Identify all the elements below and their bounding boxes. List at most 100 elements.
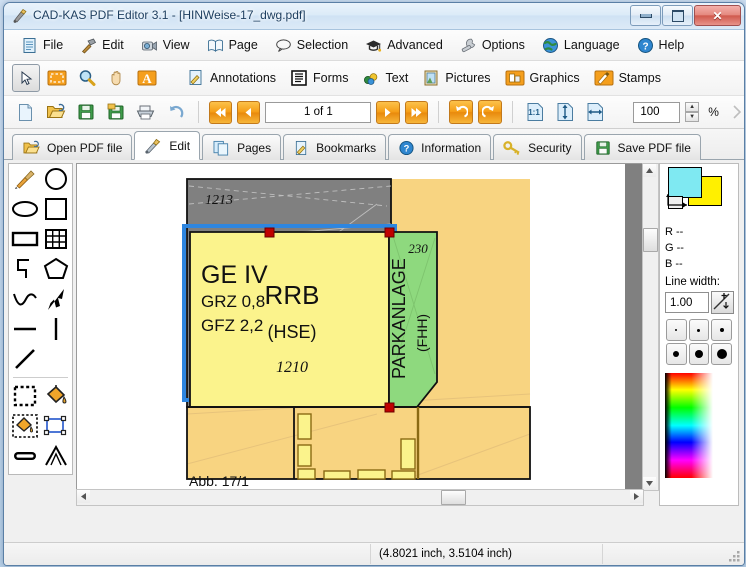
save-as-button[interactable] [103,99,128,125]
canvas-horizontal-scrollbar[interactable] [76,489,644,506]
stamps-button[interactable]: Stamps [589,67,666,89]
line-width-preset-3[interactable] [711,319,732,341]
scroll-left-button[interactable] [77,490,90,503]
zoom-unit-label: % [708,105,719,119]
vertical-scroll-thumb[interactable] [643,228,658,252]
zoom-input[interactable]: 100 [633,102,680,123]
print-button[interactable] [133,99,158,125]
minimize-button[interactable] [630,5,661,26]
polygon-tool[interactable] [41,254,73,284]
vertical-line-tool[interactable] [41,314,73,344]
menu-selection[interactable]: Selection [268,34,355,57]
circle-tool[interactable] [41,164,73,194]
last-page-button[interactable] [405,101,428,124]
mode-toolbar: A Annotations [4,61,744,96]
pictures-button[interactable]: Pictures [417,67,495,89]
line-width-input[interactable]: 1.00 [665,292,709,313]
tab-pages[interactable]: Pages [202,134,281,160]
next-page-button[interactable] [376,101,399,124]
line-width-preset-1[interactable] [666,319,687,341]
menu-view[interactable]: View [134,34,197,57]
save-button[interactable] [73,99,98,125]
tab-bookmarks[interactable]: Bookmarks [283,134,386,160]
fill-selection-tool[interactable] [9,411,41,441]
polyline-tool[interactable] [9,254,41,284]
maximize-button[interactable] [662,5,693,26]
tab-open-pdf-file[interactable]: Open PDF file [12,134,132,160]
svg-text:(HSE): (HSE) [268,322,317,342]
resize-grip[interactable] [727,549,741,563]
scroll-right-button[interactable] [630,490,643,503]
text-tool-button[interactable]: A [134,65,160,91]
zoom-stepper[interactable]: ▲ ▼ [685,102,699,122]
document-canvas[interactable]: 1213 GE IV GRZ 0,8 GFZ 2,2 RRB (HSE) 121… [76,163,644,506]
scroll-down-button[interactable] [643,477,656,490]
table-tool[interactable] [41,224,73,254]
diagonal-line-tool[interactable] [9,344,41,374]
menu-options-label: Options [482,38,525,52]
menu-options[interactable]: Options [453,34,532,57]
color-spectrum-picker[interactable] [665,373,713,478]
zoom-tool-button[interactable] [74,65,100,91]
curve-tool[interactable] [9,284,41,314]
horizontal-line-tool[interactable] [9,314,41,344]
page-indicator[interactable]: 1 of 1 [265,102,371,123]
transform-tool[interactable] [41,411,73,441]
fit-height-button[interactable] [553,99,578,125]
ellipse-tool[interactable] [9,194,41,224]
tab-security[interactable]: Security [493,134,581,160]
new-file-button[interactable] [13,99,38,125]
menu-page[interactable]: Page [200,34,265,57]
menu-advanced[interactable]: Advanced [358,34,450,57]
text-button[interactable]: Text [357,67,413,89]
previous-page-button[interactable] [237,101,260,124]
text-label: Text [385,71,408,85]
fit-width-button[interactable] [583,99,608,125]
undo-button[interactable] [449,100,473,124]
rectangle-tool[interactable] [9,224,41,254]
forms-button[interactable]: Forms [285,67,353,89]
menu-language[interactable]: Language [535,34,627,57]
line-width-preset-5[interactable] [689,343,710,365]
palette-divider [13,377,68,378]
arrow-tool[interactable] [41,284,73,314]
line-width-preset-2[interactable] [689,319,710,341]
properties-panel: R -- G -- B -- Line width: 1.00 [659,163,739,506]
menu-file[interactable]: File [14,34,70,57]
pdf-page[interactable]: 1213 GE IV GRZ 0,8 GFZ 2,2 RRB (HSE) 121… [77,164,625,489]
horizontal-scroll-thumb[interactable] [441,490,466,505]
tab-edit[interactable]: Edit [134,131,200,160]
menu-edit[interactable]: Edit [73,34,131,57]
square-tool[interactable] [41,194,73,224]
hand-tool-button[interactable] [104,65,130,91]
canvas-vertical-scrollbar[interactable] [642,163,659,491]
fill-tool[interactable] [41,381,73,411]
line-width-preset-4[interactable] [666,343,687,365]
tab-information[interactable]: ? Information [388,134,491,160]
zoom-increase-button[interactable]: ▲ [685,102,699,112]
menu-help[interactable]: ? Help [630,34,692,57]
first-page-button[interactable] [209,101,232,124]
annotations-button[interactable]: Annotations [182,67,281,89]
open-file-button[interactable] [43,99,68,125]
redo-button[interactable] [478,100,502,124]
brush-tool[interactable] [9,164,41,194]
marquee-select-tool[interactable] [9,381,41,411]
overflow-chevron-icon[interactable] [732,104,744,120]
line-width-preset-6[interactable] [711,343,732,365]
close-button[interactable]: ✕ [694,5,741,26]
zoom-decrease-button[interactable]: ▼ [685,112,699,122]
graphics-button[interactable]: Graphics [500,67,585,89]
svg-text:?: ? [642,41,648,52]
svg-text:1213: 1213 [205,193,233,208]
chevron-tool[interactable] [41,441,73,471]
menu-advanced-label: Advanced [387,38,443,52]
rounded-bar-tool[interactable] [9,441,41,471]
tab-save-pdf-file[interactable]: Save PDF file [584,134,701,160]
scroll-up-button[interactable] [643,164,656,177]
undo-all-button[interactable] [163,99,188,125]
pointer-tool-button[interactable] [12,64,40,92]
select-tool-button[interactable] [44,65,70,91]
line-width-picker-button[interactable] [711,291,734,314]
actual-size-button[interactable]: 1:1 [523,99,548,125]
